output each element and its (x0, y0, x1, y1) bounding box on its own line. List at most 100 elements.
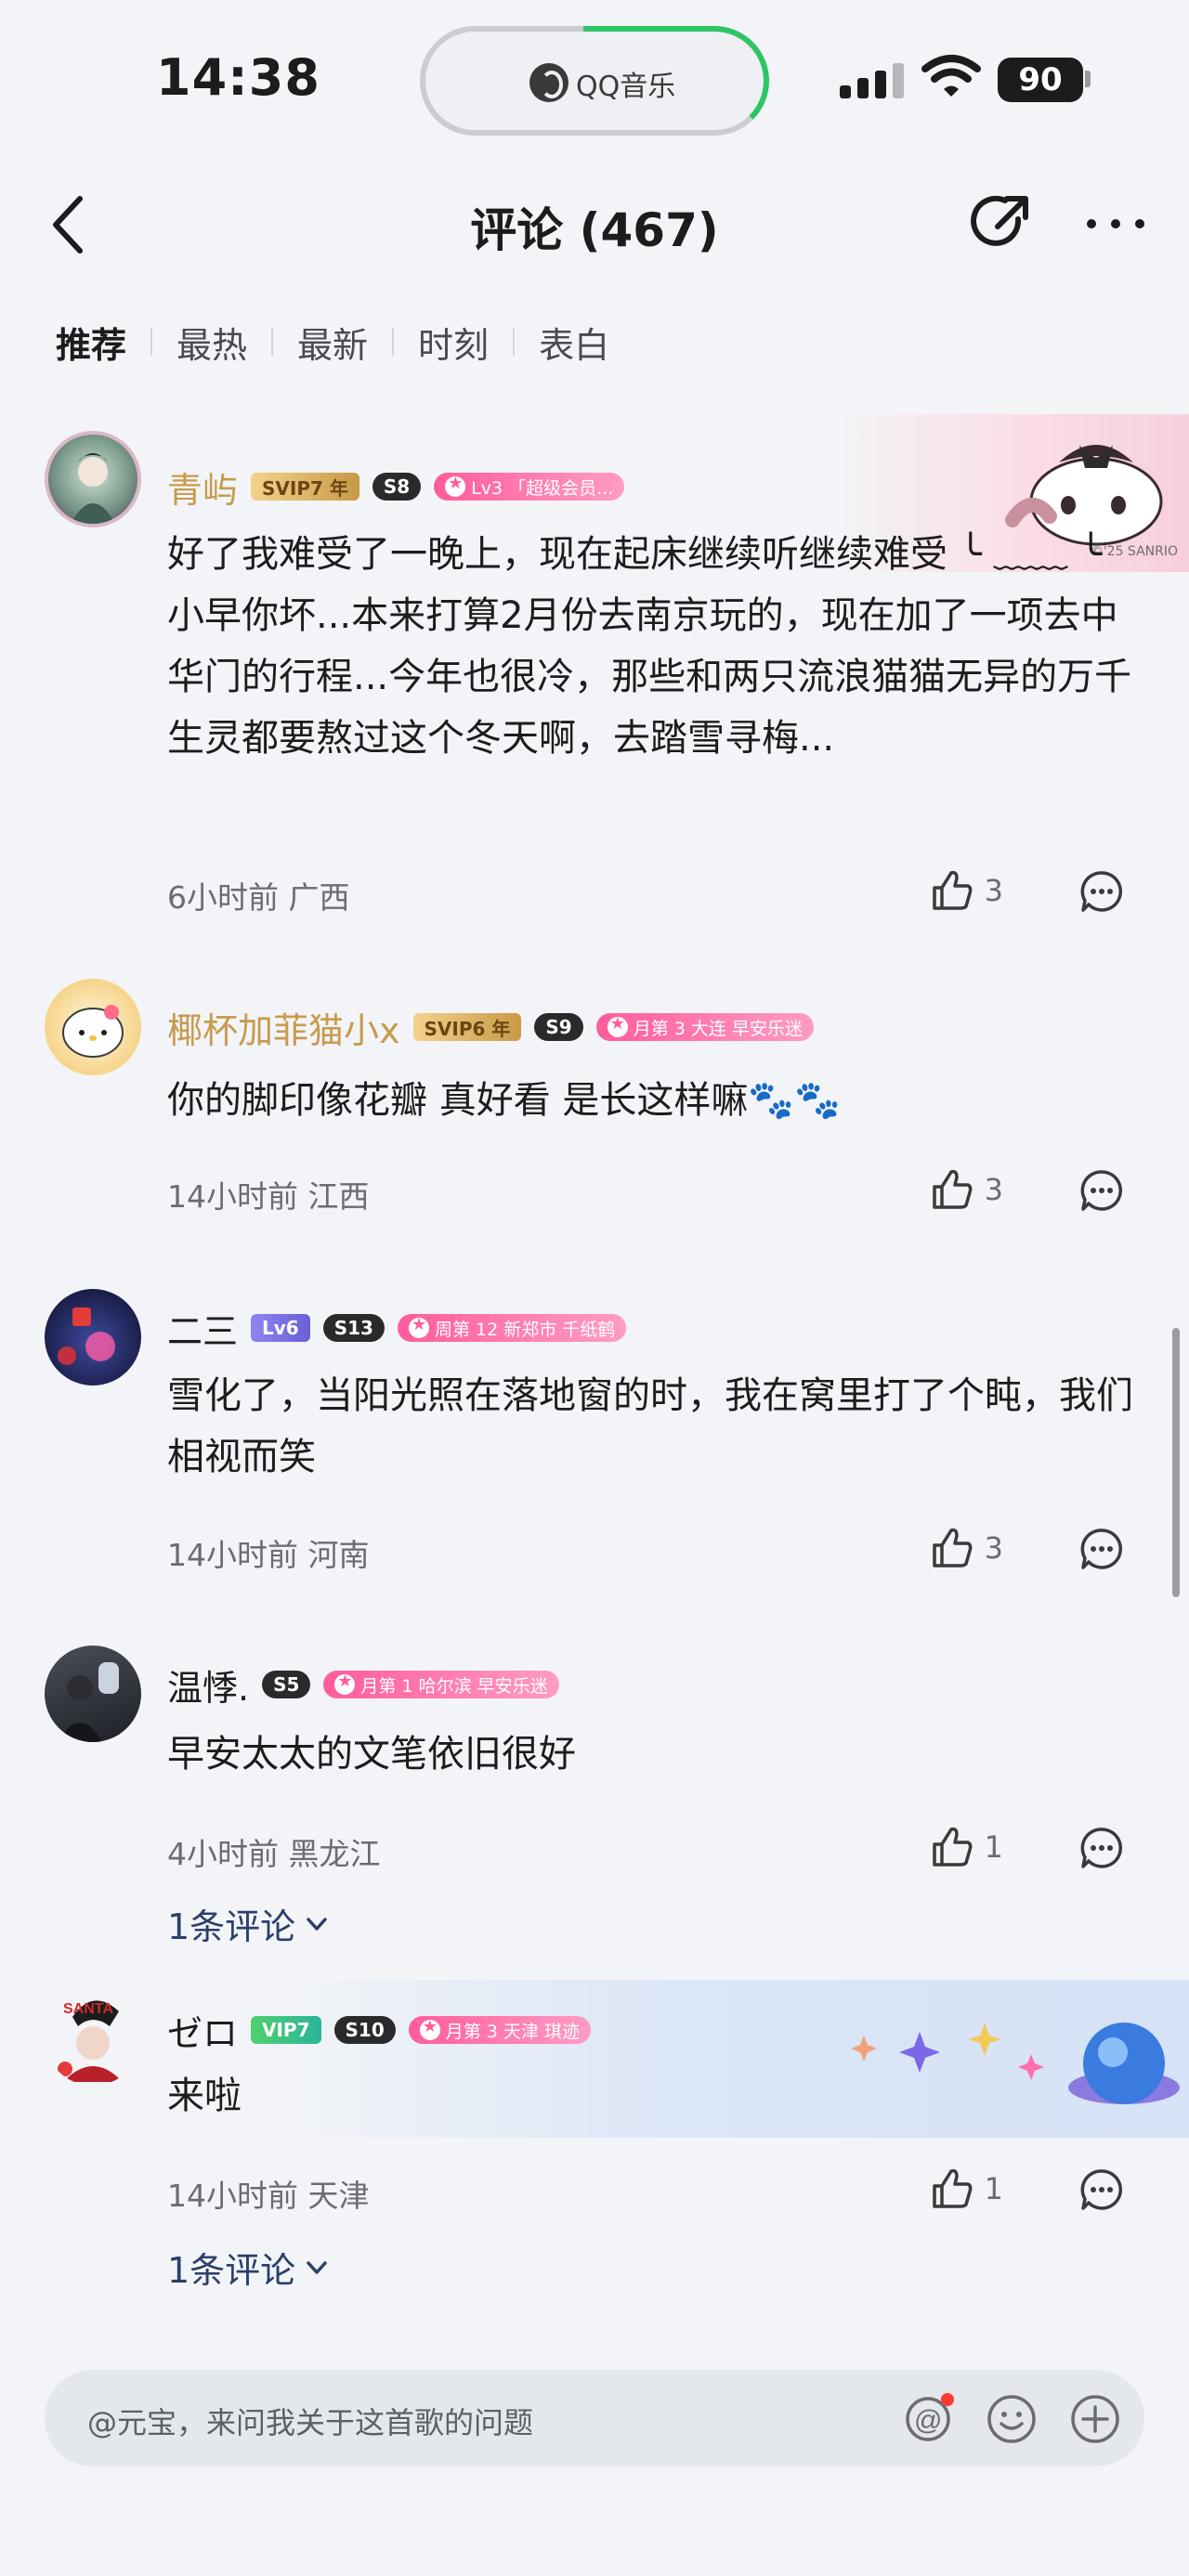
now-playing-app-label: QQ音乐 (576, 71, 676, 103)
cellular-signal-icon (840, 61, 905, 98)
like-button[interactable]: 3 (929, 1525, 1003, 1571)
comment-meta: 椰杯加菲猫小x SVIP6 年 S9 月第 3 大连 早安乐迷 (167, 1005, 814, 1051)
comment-time-location: 14小时前 天津 (167, 2178, 370, 2214)
listen-level-badge[interactable]: S9 (534, 1013, 583, 1041)
mention-icon[interactable]: @ (901, 2392, 955, 2446)
reply-comment-icon[interactable] (1079, 869, 1124, 914)
rank-badge[interactable]: 月第 3 天津 琪迹 (408, 2016, 591, 2044)
chevron-down-icon (307, 1917, 327, 1931)
like-button[interactable]: 3 (929, 1166, 1003, 1213)
comment-time-location: 14小时前 江西 (167, 1178, 370, 1215)
svg-text:SANTA: SANTA (63, 2001, 113, 2017)
comment-time-location: 6小时前 广西 (167, 879, 350, 916)
thumbs-up-icon (932, 2168, 973, 2208)
avatar-image (58, 1662, 119, 1742)
avatar[interactable]: SANTA (45, 1989, 141, 2086)
tab-divider (513, 328, 516, 356)
comment-input[interactable]: @元宝，来问我关于这首歌的问题 @ (45, 2370, 1144, 2466)
avatar-image (58, 1308, 115, 1365)
username[interactable]: 温悸. (167, 1659, 249, 1711)
wifi-icon (921, 55, 981, 97)
page-title: 评论 (467) (470, 203, 719, 257)
comment-meta: ゼロ VIP7 S10 月第 3 天津 琪迹 (167, 2008, 591, 2054)
star-icon (445, 474, 466, 497)
like-button[interactable]: 3 (929, 867, 1003, 914)
listen-level-badge[interactable]: S8 (372, 473, 422, 501)
like-count: 3 (984, 1530, 1003, 1566)
battery-indicator: 90 (998, 58, 1083, 102)
tab-divider (392, 328, 395, 356)
star-icon (607, 1014, 628, 1037)
listen-level-badge[interactable]: S5 (262, 1671, 311, 1698)
rank-badge[interactable]: 周第 12 新郑市 千纸鹤 (397, 1314, 627, 1342)
comment-text: 来啦 (167, 2075, 242, 2117)
comment-footer: 14小时前 河南 3 (167, 1525, 1124, 1577)
comment-text: 雪化了，当阳光照在落地窗的时，我在窝里打了个盹，我们相视而笑 (167, 1374, 1133, 1478)
add-icon[interactable] (1068, 2392, 1122, 2446)
scrollbar[interactable] (1172, 1328, 1180, 1597)
comment-item: 温悸. S5 月第 1 哈尔滨 早安乐迷 早安太太的文笔依旧很好 4小时前 黑龙… (0, 1636, 1189, 1952)
like-count: 1 (984, 1829, 1003, 1865)
star-icon (334, 1672, 356, 1695)
svg-text:@: @ (914, 2405, 942, 2436)
reply-comment-icon[interactable] (1079, 1527, 1124, 1571)
like-count: 3 (984, 873, 1003, 908)
username[interactable]: ゼロ (167, 2005, 238, 2056)
comment-footer: 14小时前 江西 3 (167, 1166, 1124, 1218)
listen-level-badge[interactable]: S10 (333, 2016, 396, 2044)
tab-hottest[interactable]: 最热 (176, 317, 247, 368)
star-icon (419, 2017, 440, 2040)
avatar[interactable] (45, 431, 141, 527)
like-button[interactable]: 1 (929, 2166, 1003, 2212)
dynamic-island-now-playing[interactable]: QQ音乐 (420, 26, 769, 136)
status-time: 14:38 (156, 48, 320, 107)
more-options-icon[interactable] (1087, 215, 1144, 232)
back-arrow-icon[interactable] (45, 191, 95, 258)
tab-confession[interactable]: 表白 (539, 317, 609, 368)
avatar[interactable] (45, 1646, 141, 1742)
tab-divider (150, 328, 153, 356)
thumbs-up-icon (932, 1528, 973, 1568)
chevron-down-icon (307, 2260, 327, 2274)
username[interactable]: 二三 (167, 1303, 238, 1354)
avatar[interactable] (45, 1289, 141, 1386)
comment-time-location: 4小时前 黑龙江 (167, 1836, 381, 1872)
comment-input-placeholder: @元宝，来问我关于这首歌的问题 (87, 2405, 534, 2440)
view-replies-link[interactable]: 1条评论 (167, 1898, 331, 1949)
level-badge[interactable]: Lv6 (251, 1314, 310, 1342)
like-count: 3 (984, 1172, 1003, 1207)
comment-meta: 青屿 SVIP7 年 S8 Lv3 「超级会员... (167, 464, 625, 511)
santa-avatar-image: SANTA (58, 2000, 123, 2082)
comment-meta: 温悸. S5 月第 1 哈尔滨 早安乐迷 (167, 1662, 559, 1709)
emoji-icon[interactable] (985, 2392, 1039, 2446)
svip-badge[interactable]: SVIP6 年 (412, 1013, 522, 1041)
svip-badge[interactable]: SVIP7 年 (251, 473, 359, 501)
like-button[interactable]: 1 (929, 1824, 1003, 1870)
tab-divider (271, 328, 274, 356)
listen-level-badge[interactable]: S13 (322, 1314, 385, 1342)
hello-kitty-avatar-image (62, 1005, 124, 1058)
reply-comment-icon[interactable] (1079, 1826, 1124, 1870)
share-icon[interactable] (970, 191, 1033, 254)
rank-badge[interactable]: Lv3 「超级会员... (434, 473, 625, 501)
tab-moments[interactable]: 时刻 (418, 317, 489, 368)
vip-badge[interactable]: VIP7 (251, 2016, 321, 2044)
username[interactable]: 青屿 (167, 462, 238, 513)
view-replies-link[interactable]: 1条评论 (167, 2242, 331, 2293)
comment-footer: 4小时前 黑龙江 1 (167, 1824, 1124, 1876)
tab-recommended[interactable]: 推荐 (56, 317, 126, 368)
rank-badge[interactable]: 月第 3 大连 早安乐迷 (595, 1013, 814, 1041)
tab-newest[interactable]: 最新 (297, 317, 368, 368)
comment-text: 你的脚印像花瓣 真好看 是长这样嘛🐾🐾 (167, 1079, 842, 1122)
avatar[interactable] (45, 979, 141, 1075)
comment-footer: 6小时前 广西 3 (167, 867, 1124, 919)
star-icon (408, 1315, 429, 1338)
reply-comment-icon[interactable] (1079, 1168, 1124, 1213)
rank-badge[interactable]: 月第 1 哈尔滨 早安乐迷 (323, 1671, 559, 1698)
comment-sort-tabs: 推荐 最热 最新 时刻 表白 (56, 314, 609, 370)
avatar-image (71, 453, 115, 524)
thumbs-up-icon (932, 1827, 973, 1867)
status-bar: 14:38 QQ音乐 90 (0, 0, 1189, 163)
username[interactable]: 椰杯加菲猫小x (167, 1002, 400, 1053)
reply-comment-icon[interactable] (1079, 2167, 1124, 2212)
